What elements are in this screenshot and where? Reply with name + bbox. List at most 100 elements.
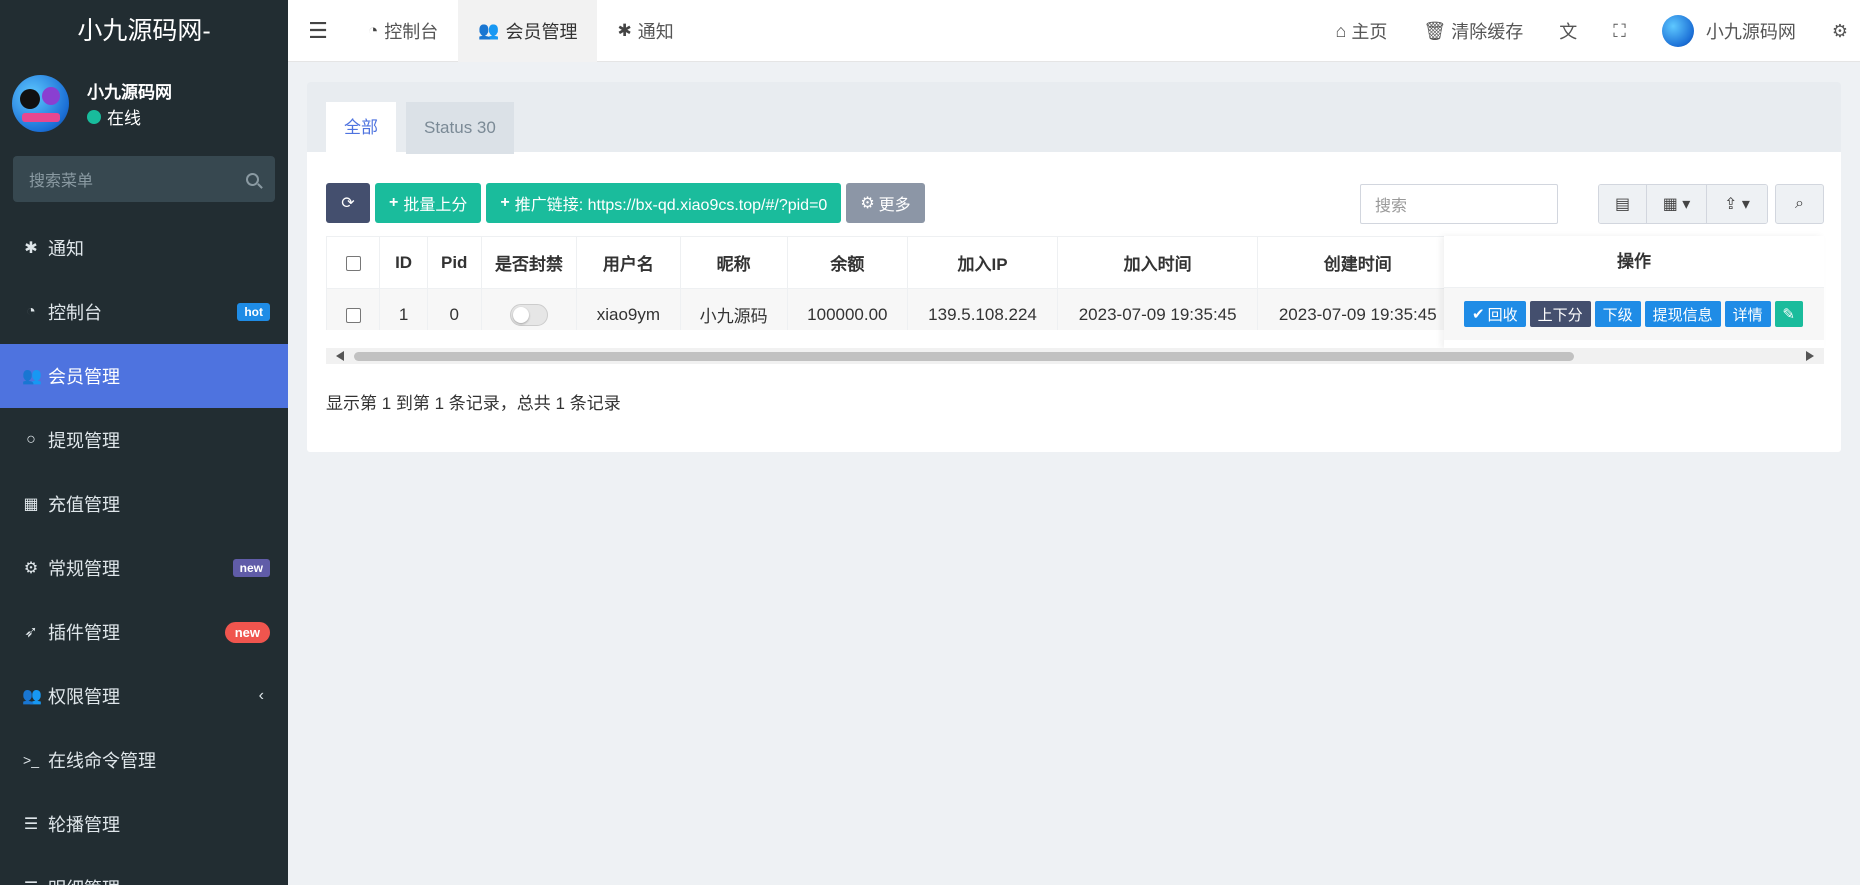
refresh-button[interactable]: ⟳	[326, 183, 370, 223]
translate-button[interactable]: 文	[1541, 0, 1595, 62]
avatar	[12, 75, 69, 132]
cell-balance: 100000.00	[786, 288, 908, 330]
tab-status-30[interactable]: Status 30	[406, 102, 514, 154]
column-header[interactable]: 加入IP	[906, 236, 1059, 289]
advanced-search-button[interactable]: ⌕	[1775, 184, 1824, 224]
column-header[interactable]: 昵称	[679, 236, 788, 289]
grid-icon: ▦	[23, 496, 39, 513]
list-icon: ☰	[22, 878, 40, 885]
tab-label: 通知	[637, 21, 674, 42]
sidebar-item-carousel[interactable]: ☰ 轮播管理	[0, 792, 288, 856]
sidebar-item-label: 充值管理	[48, 495, 120, 515]
gears-icon: ⚙	[23, 560, 39, 577]
scroll-thumb[interactable]	[354, 352, 1574, 361]
fullscreen-icon: ⛶	[1613, 20, 1626, 41]
sidebar-item-label: 明细管理	[48, 875, 120, 885]
column-header[interactable]: Pid	[426, 236, 482, 289]
promo-link-button[interactable]: + 推广链接: https://bx-qd.xiao9cs.top/#/?pid…	[486, 183, 842, 223]
withdraw-info-button[interactable]: 提现信息	[1644, 301, 1721, 327]
asterisk-icon: ✱	[617, 20, 632, 40]
sidebar-item-members[interactable]: 👥 会员管理	[0, 344, 288, 408]
trash-icon: 🗑	[1423, 20, 1447, 41]
asterisk-icon: ✱	[24, 240, 38, 257]
row-select-cell[interactable]	[326, 288, 381, 330]
list-icon: ▤	[1614, 196, 1631, 213]
sidebar-item-label: 插件管理	[48, 623, 120, 643]
right-nav: ⌂ 主页 🗑 清除缓存 文 ⛶ 小九源码网 ⚙	[1318, 0, 1860, 62]
column-header[interactable]: 创建时间	[1257, 236, 1459, 289]
recycle-button[interactable]: ✔ 回收	[1464, 301, 1526, 327]
column-header[interactable]: 是否封禁	[480, 236, 578, 289]
columns-button[interactable]: ▦ ▾	[1647, 185, 1707, 223]
tab-all[interactable]: 全部	[326, 102, 396, 154]
clear-cache-link[interactable]: 🗑 清除缓存	[1405, 0, 1541, 62]
adjust-credit-button[interactable]: 上下分	[1529, 301, 1591, 327]
circle-icon: ○	[26, 431, 36, 448]
menu-search-input[interactable]: 搜索菜单	[13, 156, 275, 202]
new-badge: new	[232, 559, 270, 577]
tab-label: 会员管理	[505, 21, 578, 42]
column-header[interactable]: 加入时间	[1057, 236, 1259, 289]
user-menu[interactable]: 小九源码网	[1644, 0, 1814, 62]
column-header[interactable]: ID	[379, 236, 428, 289]
online-dot-icon	[87, 109, 101, 124]
app-logo[interactable]: 小九源码网-	[0, 0, 288, 62]
more-button[interactable]: ⚙ 更多	[846, 183, 925, 223]
top-navbar: ☰ ◔ 控制台 👥 会员管理 ✱ 通知 ⌂ 主页 🗑 清除缓存 文 ⛶ 小九源码…	[288, 0, 1860, 62]
sidebar-item-dashboard[interactable]: ◔ 控制台 hot	[0, 280, 288, 344]
hamburger-menu-icon[interactable]: ☰	[288, 18, 348, 44]
tab-dashboard[interactable]: ◔ 控制台	[348, 0, 458, 62]
scroll-right-icon[interactable]	[1806, 351, 1814, 361]
settings-button[interactable]: ⚙	[1814, 0, 1860, 62]
row-checkbox[interactable]	[345, 307, 361, 323]
tab-notice[interactable]: ✱ 通知	[597, 0, 693, 62]
batch-credit-label: 批量上分	[403, 197, 468, 214]
sidebar-item-label: 会员管理	[48, 367, 120, 387]
fullscreen-button[interactable]: ⛶	[1595, 0, 1644, 62]
column-header[interactable]: 余额	[786, 236, 908, 289]
clear-cache-label: 清除缓存	[1451, 22, 1524, 42]
scroll-left-icon[interactable]	[336, 351, 344, 361]
sidebar: 小九源码网- 小九源码网 在线 搜索菜单 ✱ 通知 ◔ 控制台 hot 👥 会员…	[0, 0, 288, 885]
card-view-button[interactable]: ▤	[1599, 185, 1647, 223]
promo-link-label: 推广链接: https://bx-qd.xiao9cs.top/#/?pid=0	[514, 197, 828, 214]
detail-button[interactable]: 详情	[1724, 301, 1771, 327]
sidebar-item-label: 控制台	[48, 303, 102, 323]
select-all-header[interactable]	[326, 236, 381, 289]
fixed-ops-column: 操作 ✔ 回收 上下分 下级 提现信息 详情 ✎	[1444, 236, 1824, 348]
search-icon: ⌕	[1795, 195, 1804, 212]
home-link[interactable]: ⌂ 主页	[1318, 0, 1406, 62]
sidebar-item-withdraw[interactable]: ○ 提现管理	[0, 408, 288, 472]
edit-button[interactable]: ✎	[1774, 301, 1803, 327]
table-search-input[interactable]: 搜索	[1360, 184, 1558, 224]
translate-icon: 文	[1559, 22, 1578, 42]
sidebar-item-recharge[interactable]: ▦ 充值管理	[0, 472, 288, 536]
sidebar-item-permissions[interactable]: 👥 权限管理 ‹	[0, 664, 288, 728]
recycle-label: 回收	[1487, 306, 1518, 324]
toolbar: ⟳ + 批量上分 + 推广链接: https://bx-qd.xiao9cs.t…	[326, 183, 930, 223]
ban-toggle[interactable]	[509, 303, 548, 326]
gear-icon: ⚙	[860, 195, 875, 212]
ops-header: 操作	[1444, 236, 1824, 288]
tab-members[interactable]: 👥 会员管理	[458, 0, 598, 62]
select-all-checkbox[interactable]	[345, 255, 361, 271]
users-icon: 👥	[478, 20, 500, 40]
sidebar-item-plugins[interactable]: ➶ 插件管理 new	[0, 600, 288, 664]
sidebar-item-commands[interactable]: >_ 在线命令管理	[0, 728, 288, 792]
sidebar-item-general[interactable]: ⚙ 常规管理 new	[0, 536, 288, 600]
sidebar-item-details[interactable]: ☰ 明细管理	[0, 856, 288, 885]
hot-badge: hot	[237, 303, 270, 321]
sidebar-item-label: 在线命令管理	[48, 751, 156, 771]
batch-credit-button[interactable]: + 批量上分	[375, 183, 482, 223]
sidebar-item-notice[interactable]: ✱ 通知	[0, 216, 288, 280]
ops-row: ✔ 回收 上下分 下级 提现信息 详情 ✎	[1444, 288, 1824, 340]
export-button[interactable]: ⇪ ▾	[1707, 185, 1767, 223]
bars-icon: ☰	[23, 816, 39, 833]
tab-label: 控制台	[384, 21, 439, 42]
subordinates-button[interactable]: 下级	[1594, 301, 1641, 327]
plus-icon: +	[389, 194, 399, 211]
columns-icon: ▦ ▾	[1662, 196, 1691, 213]
home-icon: ⌂	[1335, 20, 1347, 41]
column-header[interactable]: 用户名	[576, 236, 681, 289]
horizontal-scrollbar[interactable]	[326, 348, 1824, 364]
